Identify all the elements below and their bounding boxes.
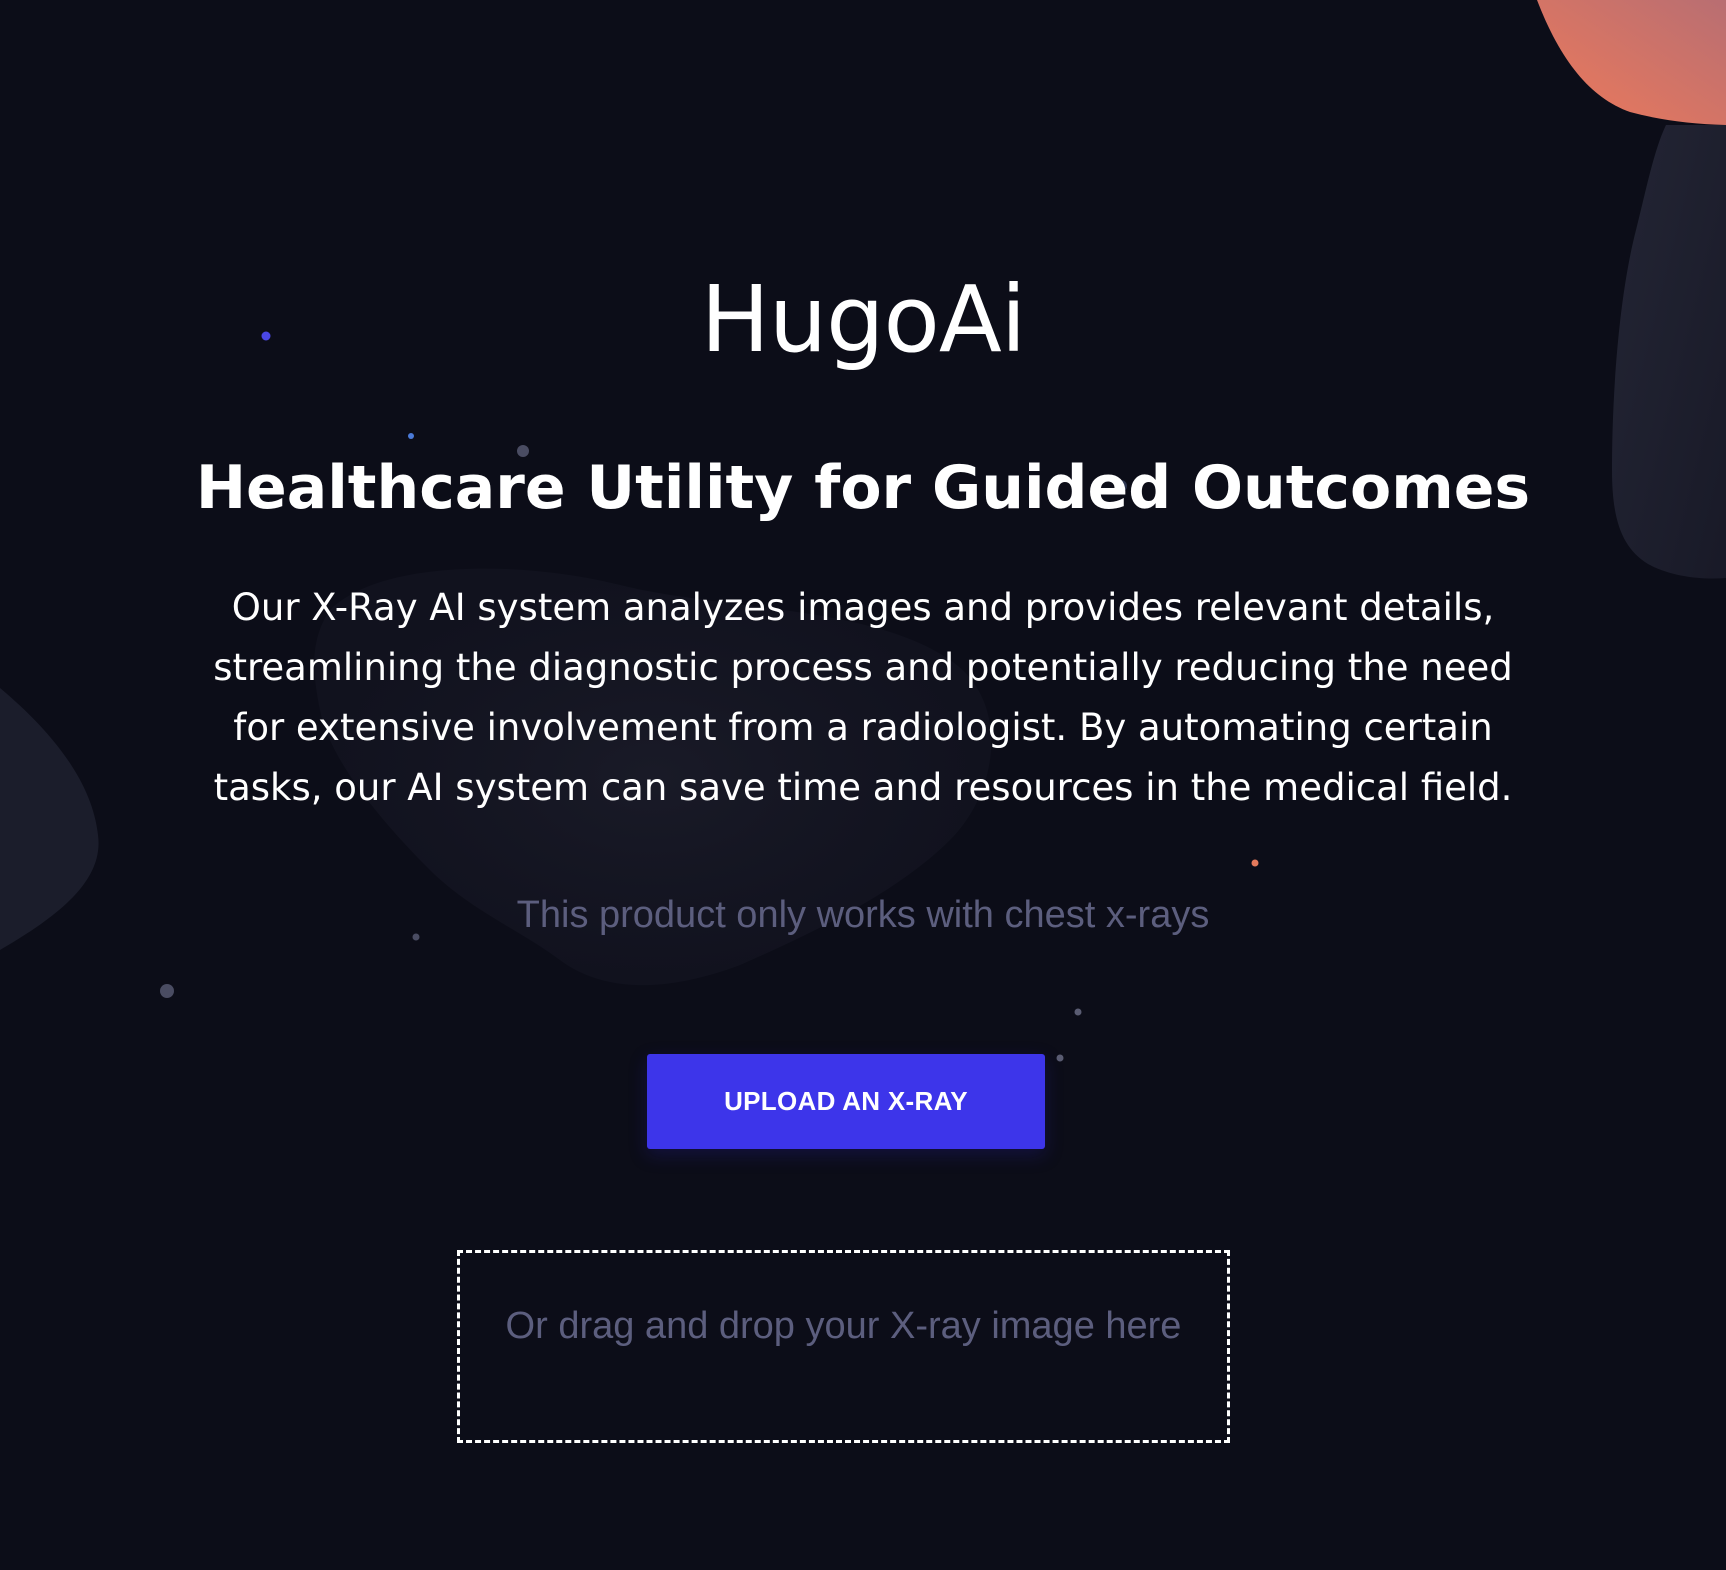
dropzone-text: Or drag and drop your X-ray image here [505,1305,1182,1347]
upload-xray-button[interactable]: UPLOAD AN X-RAY [647,1054,1045,1149]
tagline-heading: Healthcare Utility for Guided Outcomes [195,453,1531,523]
dropzone[interactable]: Or drag and drop your X-ray image here [457,1250,1230,1443]
main-content: HugoAi Healthcare Utility for Guided Out… [0,0,1726,1570]
product-description: Our X-Ray AI system analyzes images and … [213,586,1513,809]
app-title: HugoAi [700,266,1027,373]
chest-xray-note: This product only works with chest x-ray… [516,894,1210,936]
